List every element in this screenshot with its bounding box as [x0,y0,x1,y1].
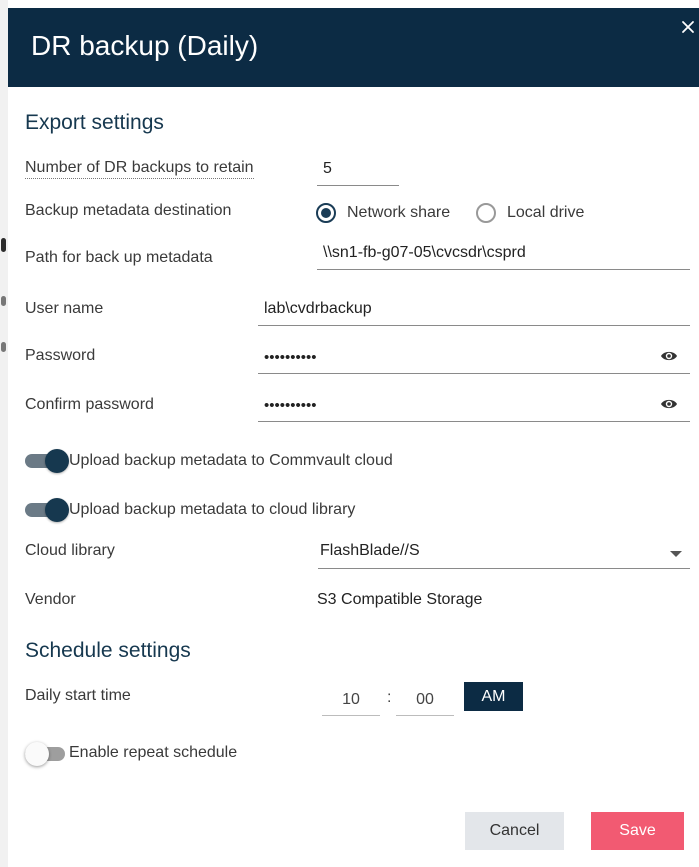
dr-backup-dialog: DR backup (Daily) Export settings Number… [8,8,699,867]
eye-icon[interactable] [660,397,678,411]
password-input[interactable]: •••••••••• [258,342,690,374]
dialog-title: DR backup (Daily) [31,30,259,61]
retain-count-value: 5 [323,160,332,177]
cancel-button[interactable]: Cancel [465,812,564,850]
background-page-mark [1,296,6,306]
local-drive-radio[interactable]: Local drive [476,201,596,225]
cloud-library-label: Cloud library [25,542,115,559]
local-drive-label: Local drive [507,204,585,221]
chevron-down-icon [670,551,682,557]
toggle-thumb [45,498,69,522]
path-value: \\sn1-fb-g07-05\cvcsdr\csprd [323,244,526,261]
radio-checked-icon [316,203,336,223]
save-button[interactable]: Save [591,812,684,850]
start-time-label: Daily start time [25,687,131,704]
cloud-library-select[interactable]: FlashBlade//S [318,535,690,569]
vendor-value: S3 Compatible Storage [317,591,483,608]
repeat-schedule-label: Enable repeat schedule [69,744,238,761]
dialog-header: DR backup (Daily) [8,8,699,87]
minute-input[interactable]: 00 [396,684,454,716]
network-share-radio[interactable]: Network share [316,201,456,225]
schedule-settings-heading: Schedule settings [25,639,191,662]
eye-icon[interactable] [660,349,678,363]
network-share-label: Network share [347,204,451,221]
username-value: lab\cvdrbackup [264,300,372,317]
export-settings-heading: Export settings [25,111,164,134]
background-page-mark [1,342,6,352]
radio-unchecked-icon [476,203,496,223]
minute-value: 00 [416,691,434,708]
upload-commvault-toggle[interactable] [25,449,69,473]
toggle-thumb [25,742,49,766]
confirm-password-input[interactable]: •••••••••• [258,390,690,422]
password-label: Password [25,347,96,364]
toggle-thumb [45,449,69,473]
hour-value: 10 [342,691,360,708]
retain-count-input[interactable]: 5 [317,154,399,186]
am-pm-button[interactable]: AM [464,682,523,711]
upload-library-toggle[interactable] [25,498,69,522]
upload-commvault-label: Upload backup metadata to Commvault clou… [69,452,393,469]
cloud-library-value: FlashBlade//S [320,542,420,559]
path-label: Path for back up metadata [25,249,213,266]
username-label: User name [25,300,104,317]
repeat-schedule-toggle[interactable] [25,742,69,766]
time-separator: : [387,689,392,706]
confirm-password-label: Confirm password [25,396,154,413]
upload-library-label: Upload backup metadata to cloud library [69,501,356,518]
close-icon[interactable] [681,20,695,34]
password-value: •••••••••• [264,349,317,366]
hour-input[interactable]: 10 [322,684,380,716]
background-page-mark [1,238,6,252]
destination-label: Backup metadata destination [25,202,232,219]
confirm-password-value: •••••••••• [264,397,317,414]
vendor-label: Vendor [25,591,76,608]
path-input[interactable]: \\sn1-fb-g07-05\cvcsdr\csprd [317,238,690,270]
username-input[interactable]: lab\cvdrbackup [258,294,690,326]
background-page-strip [0,0,8,867]
retain-count-label: Number of DR backups to retain [25,159,254,179]
